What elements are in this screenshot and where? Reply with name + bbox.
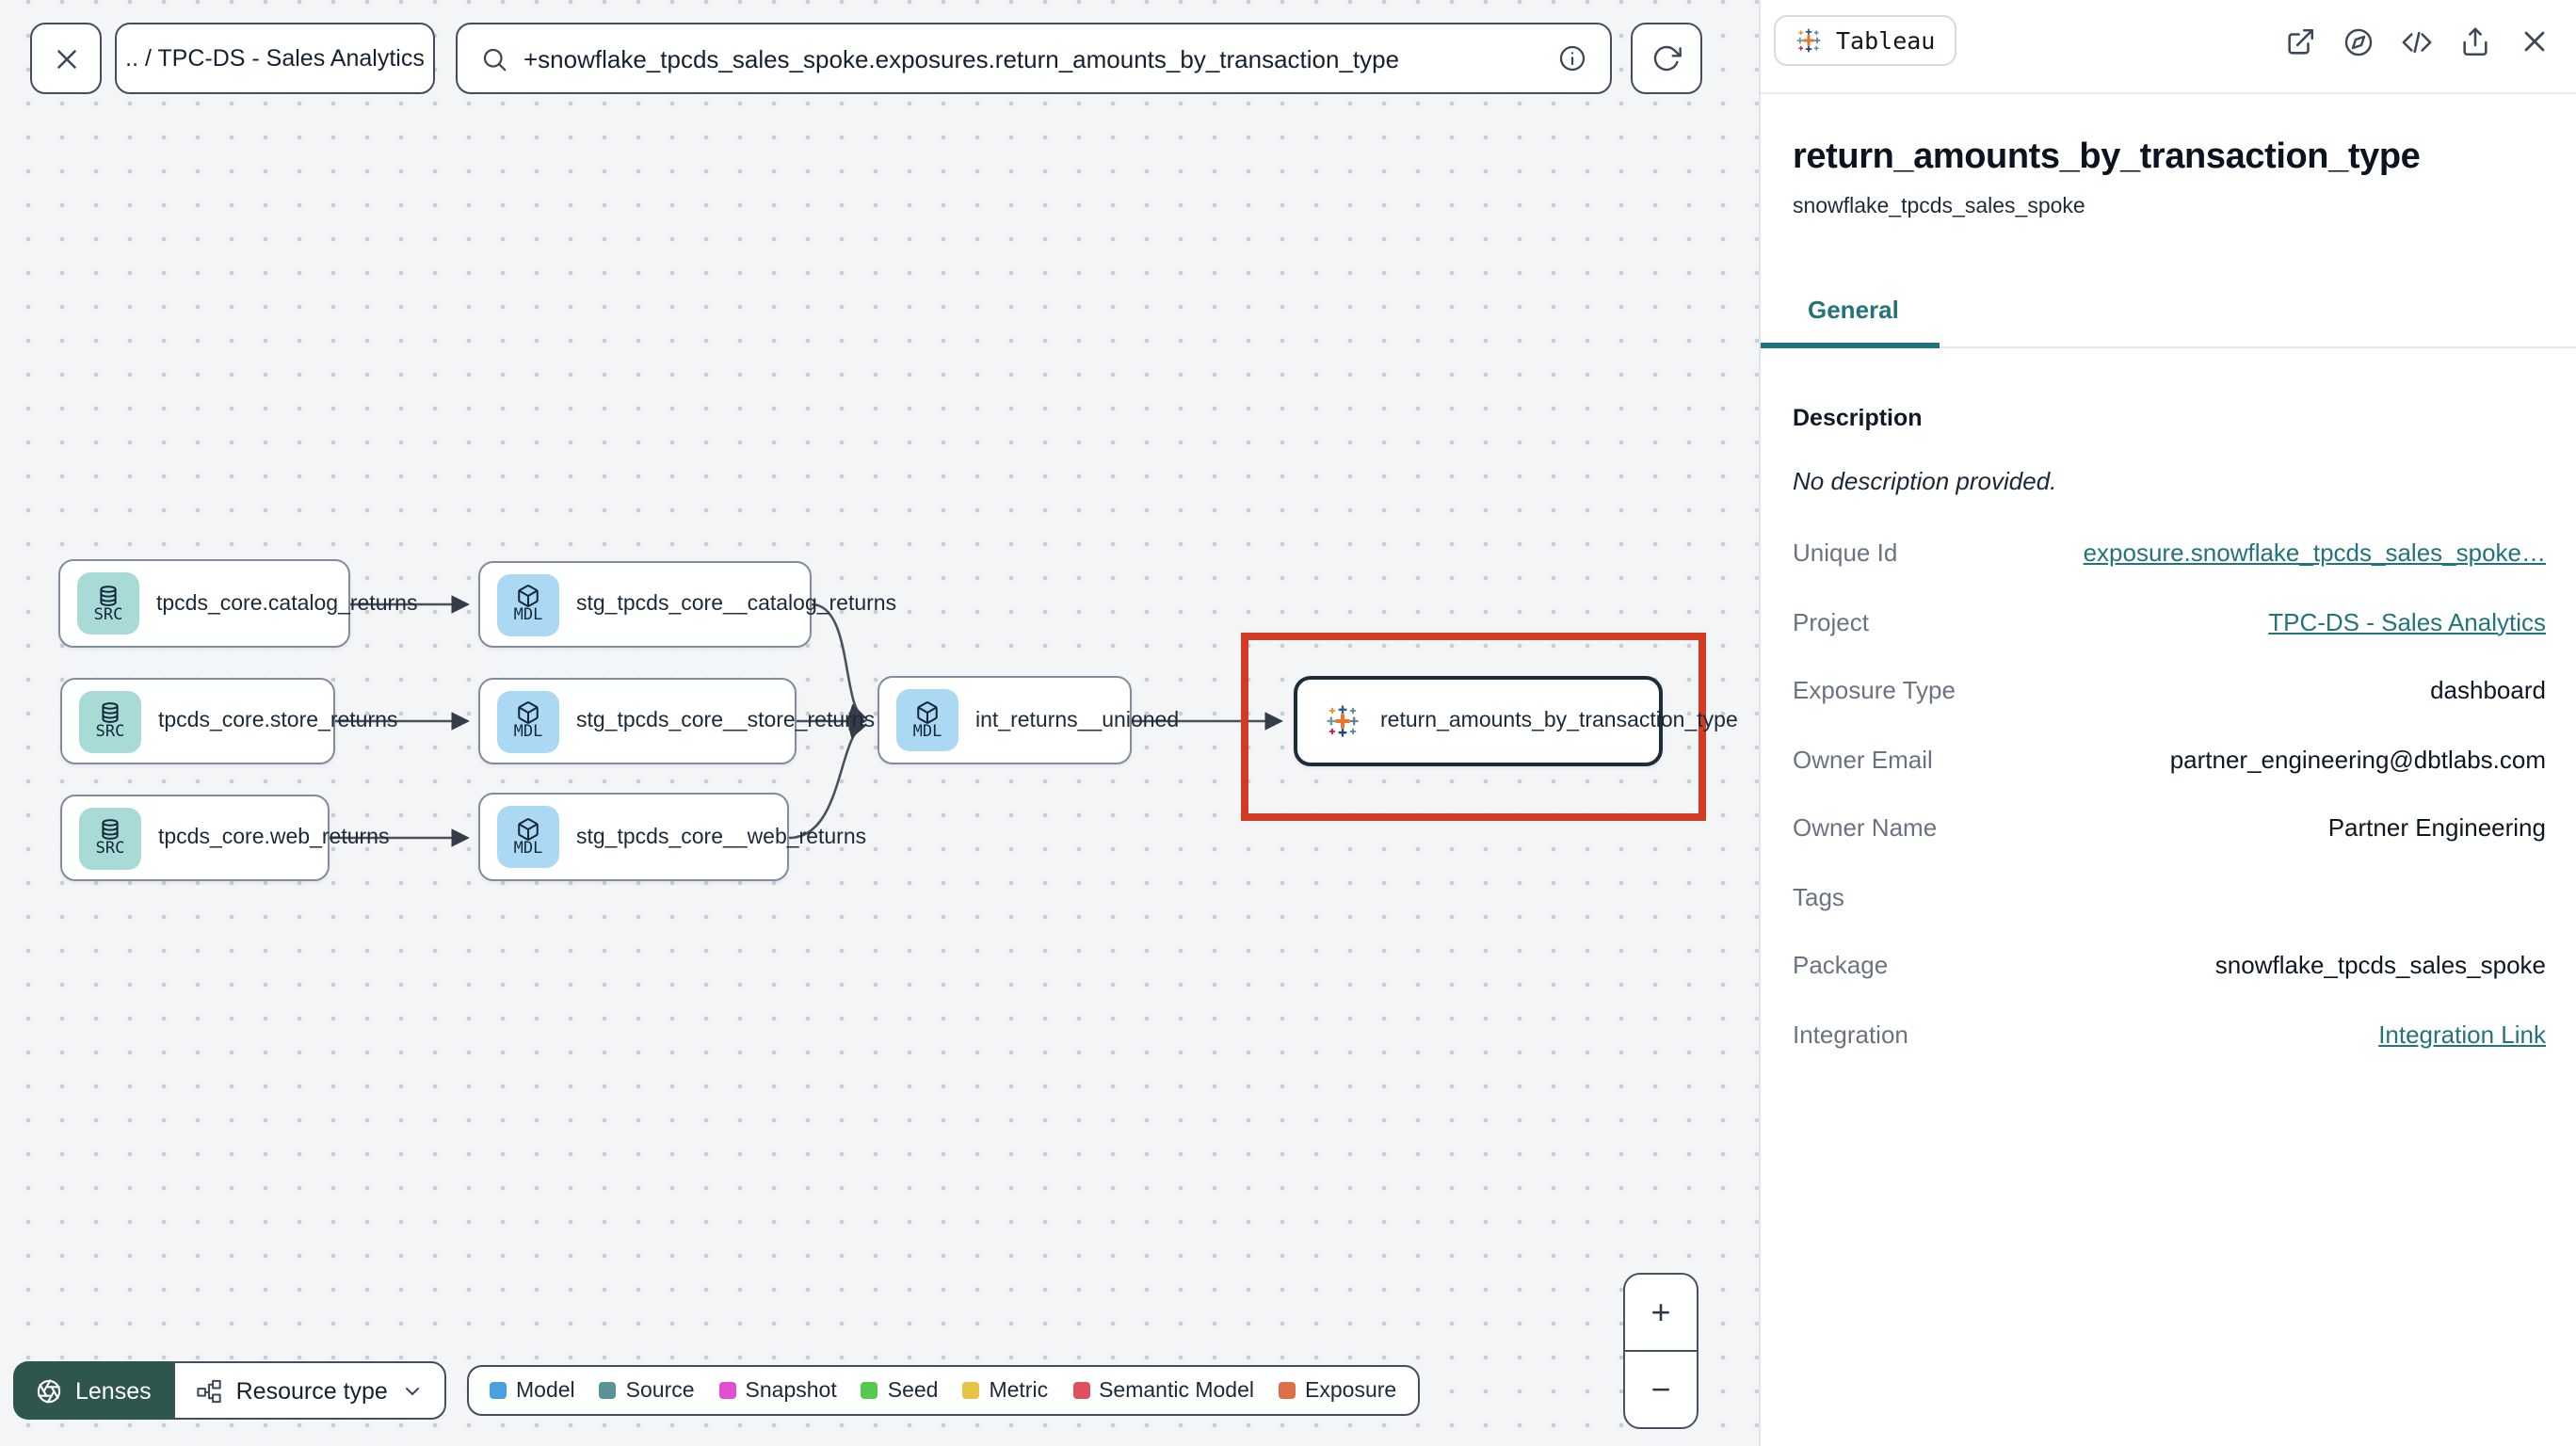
node-model-int-returns-unioned[interactable]: MDL int_returns__unioned [877, 676, 1179, 764]
field-row-package: Package snowflake_tpcds_sales_spoke [1793, 951, 2546, 979]
legend-item-model: Model [490, 1379, 575, 1402]
zoom-in-button[interactable]: + [1625, 1275, 1697, 1350]
refresh-button[interactable] [1631, 23, 1702, 94]
close-icon [50, 42, 82, 74]
lens-controls: Lenses Resource type [13, 1361, 446, 1420]
node-label: stg_tpcds_core__store_returns [576, 710, 876, 732]
package-subtitle: snowflake_tpcds_sales_spoke [1793, 196, 2085, 218]
source-icon: SRC [79, 690, 141, 752]
node-source-web-returns[interactable]: SRC tpcds_core.web_returns [60, 795, 389, 881]
legend-item-exposure: Exposure [1279, 1379, 1396, 1402]
node-exposure-return-amounts[interactable]: return_amounts_by_transaction_type [1294, 676, 1738, 766]
node-source-catalog-returns[interactable]: SRC tpcds_core.catalog_returns [58, 559, 417, 648]
source-icon: SRC [77, 572, 139, 635]
lineage-search[interactable] [456, 23, 1612, 94]
resource-type-icon [197, 1377, 223, 1404]
legend-item-seed: Seed [861, 1379, 938, 1402]
zoom-out-button[interactable]: − [1625, 1350, 1697, 1427]
lenses-button[interactable]: Lenses [13, 1361, 174, 1420]
aperture-icon [36, 1377, 62, 1404]
owner-email-value: partner_engineering@dbtlabs.com [2169, 745, 2546, 773]
search-icon [480, 44, 508, 72]
exposure-type-value: dashboard [2430, 676, 2546, 704]
model-icon: MDL [896, 689, 958, 751]
model-icon: MDL [497, 806, 559, 868]
node-label: stg_tpcds_core__catalog_returns [576, 593, 897, 616]
field-row-tags: Tags [1793, 882, 1844, 910]
metadata-fields: Unique Id exposure.snowflake_tpcds_sales… [1793, 538, 2546, 1048]
tableau-logo-icon [1324, 702, 1361, 740]
refresh-icon [1651, 43, 1682, 73]
page-title: return_amounts_by_transaction_type [1793, 137, 2421, 177]
integration-link[interactable]: Integration Link [2378, 1020, 2546, 1048]
node-model-stg-catalog-returns[interactable]: MDL stg_tpcds_core__catalog_returns [478, 561, 896, 648]
field-row-owner-email: Owner Email partner_engineering@dbtlabs.… [1793, 745, 2546, 773]
description-empty-text: No description provided. [1793, 467, 2057, 495]
package-value: snowflake_tpcds_sales_spoke [2214, 951, 2546, 979]
info-icon[interactable] [1557, 43, 1587, 73]
model-swatch [490, 1382, 507, 1399]
node-label: tpcds_core.catalog_returns [156, 592, 418, 615]
node-model-stg-store-returns[interactable]: MDL stg_tpcds_core__store_returns [478, 678, 875, 764]
model-icon: MDL [497, 573, 559, 635]
legend-item-metric: Metric [962, 1379, 1048, 1402]
lineage-compass-icon[interactable] [2343, 25, 2375, 57]
node-label: int_returns__unioned [975, 709, 1180, 731]
legend-item-semantic-model: Semantic Model [1072, 1379, 1254, 1402]
close-lineage-button[interactable] [30, 23, 102, 94]
resource-type-dropdown[interactable]: Resource type [173, 1361, 446, 1420]
legend-item-snapshot: Snapshot [718, 1379, 837, 1402]
breadcrumb[interactable]: .. / TPC-DS - Sales Analytics [115, 23, 435, 94]
project-link[interactable]: TPC-DS - Sales Analytics [2268, 608, 2546, 635]
field-row-exposure-type: Exposure Type dashboard [1793, 676, 2546, 704]
lineage-canvas[interactable]: SRC tpcds_core.catalog_returns SRC tpcds… [0, 0, 1759, 1446]
resource-type-label: Resource type [235, 1377, 388, 1404]
panel-tabs: General [1761, 296, 2576, 348]
field-row-owner-name: Owner Name Partner Engineering [1793, 813, 2546, 842]
field-row-integration: Integration Integration Link [1793, 1020, 2546, 1048]
exposure-swatch [1279, 1382, 1296, 1399]
unique-id-link[interactable]: exposure.snowflake_tpcds_sales_spoke… [2084, 539, 2546, 567]
breadcrumb-label: .. / TPC-DS - Sales Analytics [125, 45, 425, 72]
node-label: tpcds_core.web_returns [158, 827, 390, 849]
tableau-badge-label: Tableau [1836, 26, 1936, 55]
details-panel: Tableau return_amounts_by_transaction_ty… [1759, 0, 2576, 1446]
close-panel-icon[interactable] [2518, 24, 2552, 58]
panel-actions [2284, 24, 2552, 58]
lenses-label: Lenses [75, 1377, 152, 1404]
source-swatch [599, 1382, 617, 1399]
description-heading: Description [1793, 405, 1923, 431]
external-link-icon[interactable] [2284, 25, 2316, 57]
field-row-unique-id: Unique Id exposure.snowflake_tpcds_sales… [1793, 538, 2546, 567]
chevron-down-icon [401, 1379, 424, 1402]
tab-general[interactable]: General [1808, 296, 1899, 324]
legend-item-source: Source [599, 1379, 695, 1402]
tableau-logo-icon [1795, 26, 1823, 55]
panel-header: Tableau [1761, 0, 2576, 94]
model-icon: MDL [497, 690, 559, 752]
node-label: return_amounts_by_transaction_type [1380, 710, 1738, 732]
node-label: tpcds_core.store_returns [158, 710, 398, 732]
zoom-controls: + − [1623, 1273, 1699, 1429]
tab-active-underline [1761, 343, 1940, 348]
seed-swatch [861, 1382, 878, 1399]
semantic-model-swatch [1072, 1382, 1090, 1399]
node-label: stg_tpcds_core__web_returns [576, 826, 867, 848]
owner-name-value: Partner Engineering [2327, 813, 2546, 842]
resource-type-legend: Model Source Snapshot Seed Metric Semant… [467, 1365, 1420, 1416]
source-icon: SRC [79, 807, 141, 869]
code-icon[interactable] [2401, 25, 2433, 57]
node-source-store-returns[interactable]: SRC tpcds_core.store_returns [60, 678, 397, 764]
share-icon[interactable] [2459, 25, 2491, 57]
field-row-project: Project TPC-DS - Sales Analytics [1793, 607, 2546, 635]
metric-swatch [962, 1382, 980, 1399]
snapshot-swatch [718, 1382, 736, 1399]
node-model-stg-web-returns[interactable]: MDL stg_tpcds_core__web_returns [478, 793, 866, 881]
tableau-badge: Tableau [1774, 15, 1956, 66]
search-input[interactable] [523, 44, 1542, 72]
